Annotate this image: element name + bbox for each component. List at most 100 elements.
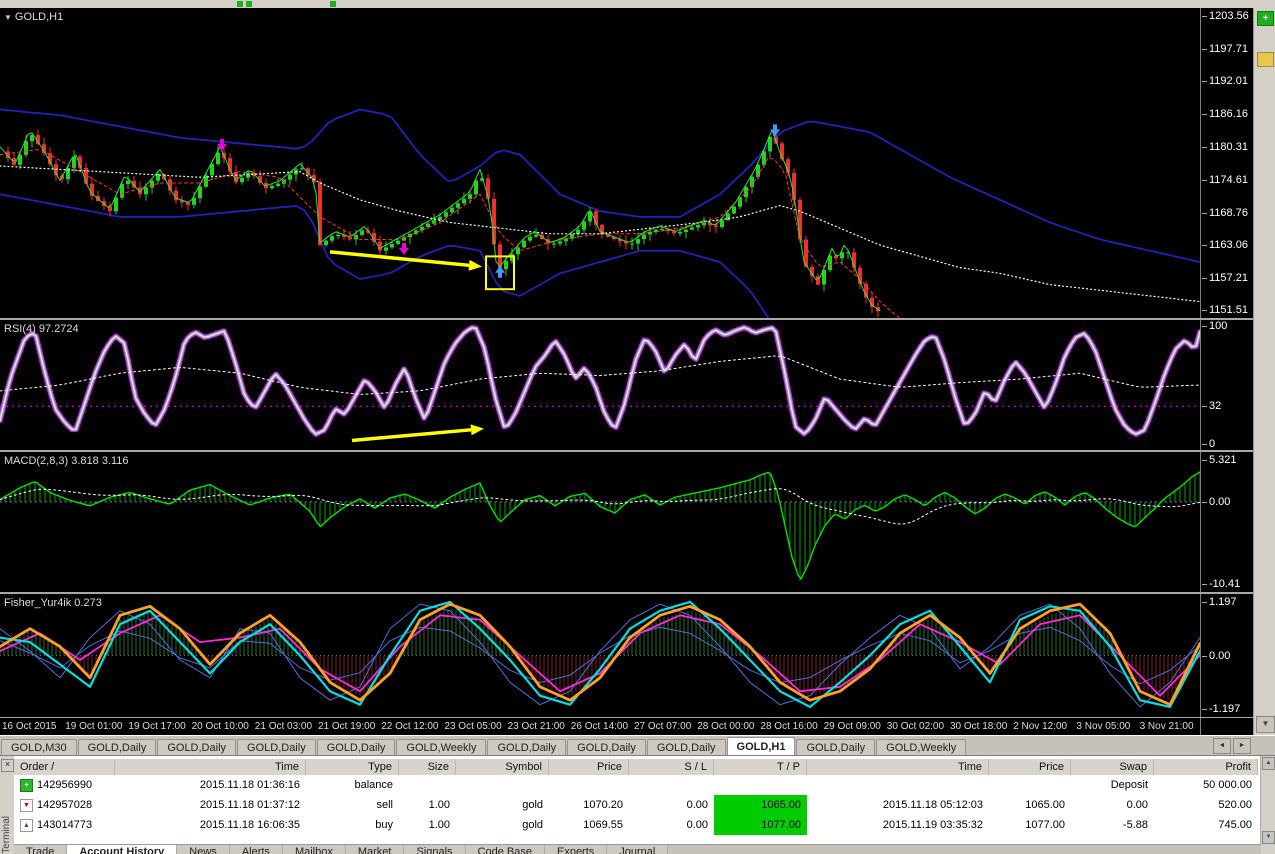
scroll-down-icon[interactable]: ▼ (1262, 831, 1275, 844)
terminal-tab-mailbox[interactable]: Mailbox (282, 845, 346, 854)
column-header-swap[interactable]: Swap (1071, 759, 1154, 776)
terminal-tab-market[interactable]: Market (345, 845, 405, 854)
table-cell: 0.00 (1126, 799, 1148, 811)
chart-tab-gold-daily[interactable]: GOLD,Daily (646, 739, 726, 756)
terminal-tab-account-history[interactable]: Account History (67, 845, 178, 854)
scale-label: 1197.71 (1202, 43, 1248, 56)
table-cell (399, 775, 456, 795)
time-axis[interactable]: 16 Oct 2015 19 Oct 01:00 19 Oct 17:00 20 Oc… (0, 718, 1200, 735)
signal-arrow-down (399, 242, 409, 255)
table-cell: 0.00 (686, 819, 708, 831)
bollinger-bands (0, 108, 1200, 318)
terminal-tab-code-base[interactable]: Code Base (465, 845, 545, 854)
table-cell: 1070.20 (583, 799, 623, 811)
terminal-tab-experts[interactable]: Experts (544, 845, 608, 854)
time-axis-label: 21 Oct 03:00 (254, 721, 313, 732)
chart-tab-gold-daily[interactable]: GOLD,Daily (316, 739, 396, 756)
tab-scroll-left-icon[interactable]: ◄ (1213, 738, 1231, 754)
column-header-order[interactable]: Order / (14, 759, 115, 776)
terminal-tab-trade[interactable]: Trade (14, 845, 68, 854)
fisher-scale[interactable]: 1.197 0.00 -1.197 (1200, 594, 1253, 717)
annotation-arrow-line (329, 250, 470, 268)
column-header-t-p[interactable]: T / P (714, 759, 807, 776)
table-cell (456, 775, 549, 795)
time-axis-label: 23 Oct 21:00 (507, 721, 565, 732)
terminal-tab-journal[interactable]: Journal (607, 845, 669, 854)
terminal-tab-alerts[interactable]: Alerts (229, 845, 283, 854)
table-cell: 1069.55 (583, 819, 623, 831)
column-header-time[interactable]: Time (115, 759, 306, 776)
macd-indicator-chart[interactable] (0, 452, 1200, 592)
table-cell: 520.00 (1218, 799, 1252, 811)
fisher-indicator-chart[interactable] (0, 594, 1200, 717)
column-header-profit[interactable]: Profit (1154, 759, 1258, 776)
chart-tabs: GOLD,M30 GOLD,Daily GOLD,Daily GOLD,Daily GO… (0, 737, 967, 756)
chart-tab-gold-h1[interactable]: GOLD,H1 (726, 737, 796, 756)
chart-tab-gold-daily[interactable]: GOLD,Daily (567, 739, 646, 756)
table-cell: 1077.00 (1025, 819, 1065, 831)
terminal-close-button[interactable]: × (1, 759, 14, 772)
time-axis-label: 23 Oct 05:00 (444, 721, 502, 732)
main-chart-plot[interactable]: ▼ GOLD,H1 (0, 8, 1200, 318)
moving-averages (0, 129, 1200, 318)
time-axis-label: 3 Nov 21:00 (1139, 721, 1194, 732)
fisher-plot[interactable]: Fisher_Yur4ik 0.273 (0, 594, 1200, 717)
rsi-plot[interactable]: RSI(4) 97.2724 (0, 320, 1200, 450)
column-header-time[interactable]: Time (807, 759, 989, 776)
scale-label: 5.321 (1202, 454, 1237, 466)
chart-tab-gold-daily[interactable]: GOLD,Daily (796, 739, 876, 756)
time-axis-label: 29 Oct 09:00 (823, 721, 881, 732)
window-marker-icon[interactable]: ▼ (4, 13, 12, 22)
scroll-up-icon[interactable]: ▲ (1262, 757, 1275, 770)
table-row[interactable]: ▲ 143014773 2015.11.18 16:06:35 buy 1.00 gold… (14, 815, 1261, 835)
chart-tab-gold-weekly[interactable]: GOLD,Weekly (876, 739, 967, 756)
column-header-type[interactable]: Type (306, 759, 399, 776)
table-cell (714, 775, 807, 795)
chart-tab-gold-daily[interactable]: GOLD,Daily (487, 739, 567, 756)
rsi-indicator-chart[interactable] (0, 320, 1200, 450)
time-axis-label: 22 Oct 12:00 (381, 721, 439, 732)
table-row[interactable]: +142956990 2015.11.18 01:36:16 balance Depo… (14, 775, 1261, 795)
terminal-scrollbar[interactable]: ▲ ▼ (1260, 756, 1275, 845)
column-header-price[interactable]: Price (549, 759, 629, 776)
macd-scale[interactable]: 5.321 0.00 -10.41 (1200, 452, 1253, 592)
mt4-window: ▼ GOLD,H1 1203.56 1197.71 1192.01 1186.16 118… (0, 0, 1275, 854)
column-header-s-l[interactable]: S / L (629, 759, 714, 776)
time-axis-label: 16 Oct 2015 (2, 721, 57, 732)
macd-plot[interactable]: MACD(2,8,3) 3.818 3.116 (0, 452, 1200, 592)
add-chart-icon[interactable]: + (1257, 11, 1274, 26)
chart-tab-gold-daily[interactable]: GOLD,Daily (157, 739, 237, 756)
rsi-scale[interactable]: 100 32 0 (1200, 320, 1253, 450)
chart-tab-gold-daily[interactable]: GOLD,Daily (77, 739, 157, 756)
scale-label: 0.00 (1201, 495, 1231, 508)
panel-macd: MACD(2,8,3) 3.818 3.116 5.321 0.00 -10.41 (0, 452, 1253, 592)
terminal-tab-signals[interactable]: Signals (404, 845, 466, 854)
signal-arrow-up (495, 265, 505, 278)
column-header-price[interactable]: Price (989, 759, 1071, 776)
scale-label: 0 (1201, 438, 1216, 450)
table-cell: balance (354, 779, 393, 791)
time-axis-corner (1200, 718, 1253, 735)
folder-icon[interactable] (1257, 52, 1274, 67)
tab-scroll-right-icon[interactable]: ► (1233, 738, 1251, 754)
main-price-chart[interactable] (0, 8, 1200, 318)
table-cell: gold (522, 799, 543, 811)
buy-order-icon: ▲ (20, 818, 33, 832)
chart-tab-gold-m30[interactable]: GOLD,M30 (1, 739, 77, 756)
chart-tab-gold-daily[interactable]: GOLD,Daily (237, 739, 316, 756)
terminal-tab-news[interactable]: News (177, 845, 230, 854)
table-row[interactable]: ▼ 142957028 2015.11.18 01:37:12 sell 1.00 gol… (14, 795, 1261, 815)
table-cell (807, 775, 989, 795)
macd-label: MACD(2,8,3) 3.818 3.116 (4, 455, 129, 467)
price-scale-main[interactable]: 1203.56 1197.71 1192.01 1186.16 1180.31 1174.… (1200, 8, 1253, 318)
table-cell: 1.00 (428, 799, 450, 811)
panel-fisher: Fisher_Yur4ik 0.273 1.197 0.00 -1.197 (0, 594, 1253, 717)
column-header-size[interactable]: Size (399, 759, 456, 776)
scale-label: 1157.21 (1202, 271, 1248, 284)
chart-title: ▼ GOLD,H1 (4, 11, 63, 23)
time-axis-label: 30 Oct 18:00 (950, 721, 1008, 732)
column-header-symbol[interactable]: Symbol (456, 759, 549, 776)
chart-scroll-down-icon[interactable]: ▼ (1256, 716, 1275, 733)
chart-tab-gold-weekly[interactable]: GOLD,Weekly (396, 739, 487, 756)
table-cell: buy (375, 819, 393, 831)
